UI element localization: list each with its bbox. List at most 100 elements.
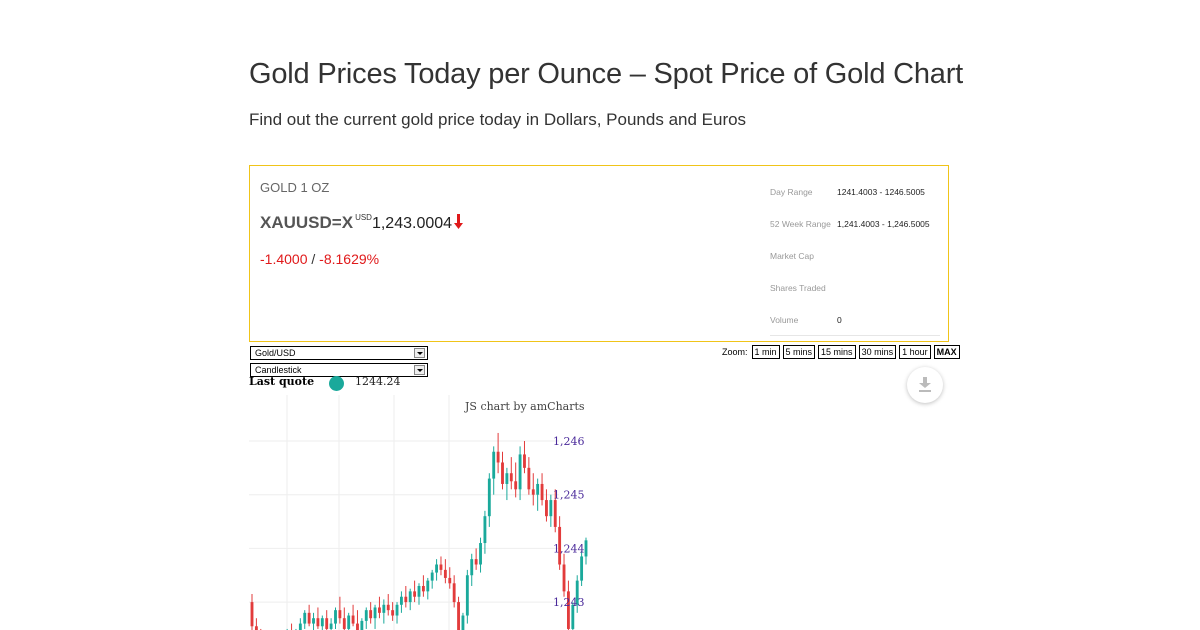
candle-body bbox=[342, 618, 346, 629]
candle[interactable] bbox=[298, 618, 302, 630]
candle[interactable] bbox=[496, 432, 500, 474]
stat-row: Shares Traded bbox=[770, 272, 940, 304]
page-subtitle: Find out the current gold price today in… bbox=[249, 110, 747, 129]
candle[interactable] bbox=[356, 610, 359, 630]
candle[interactable] bbox=[413, 580, 417, 603]
candle[interactable] bbox=[487, 473, 491, 527]
candle-body bbox=[303, 612, 307, 624]
candle-body bbox=[562, 564, 566, 592]
download-button[interactable] bbox=[907, 367, 943, 403]
stat-row: Market Cap bbox=[770, 240, 940, 272]
candle[interactable] bbox=[386, 594, 390, 616]
candle[interactable] bbox=[435, 559, 439, 581]
candle[interactable] bbox=[549, 494, 553, 527]
candle[interactable] bbox=[320, 615, 324, 630]
page-title: Gold Prices Today per Ounce – Spot Price… bbox=[249, 58, 964, 90]
price-chart[interactable]: 1,246 1,245 1,244 1,243 JS chart by amChart… bbox=[249, 395, 594, 630]
candle[interactable] bbox=[373, 604, 377, 629]
last-quote: Last quote 1244.24 bbox=[249, 375, 401, 391]
chevron-down-icon[interactable] bbox=[414, 365, 425, 375]
candle[interactable] bbox=[369, 602, 373, 624]
candle-body bbox=[531, 489, 535, 495]
candle[interactable] bbox=[351, 604, 355, 627]
zoom-30mins-button[interactable]: 30 mins bbox=[858, 345, 897, 359]
candle[interactable] bbox=[364, 607, 368, 629]
candle-body bbox=[540, 483, 544, 501]
candle-body bbox=[479, 543, 482, 565]
chevron-down-icon[interactable] bbox=[414, 348, 425, 358]
candle[interactable] bbox=[580, 551, 584, 586]
candle[interactable] bbox=[514, 462, 518, 498]
candle[interactable] bbox=[382, 599, 386, 624]
candle[interactable] bbox=[461, 612, 465, 630]
candle[interactable] bbox=[378, 596, 381, 619]
change-value: -1.4000 bbox=[260, 251, 308, 267]
candle[interactable] bbox=[452, 575, 456, 608]
candle[interactable] bbox=[479, 537, 482, 573]
price-change: -1.4000 / -8.1629% bbox=[260, 251, 379, 267]
candle[interactable] bbox=[483, 510, 487, 554]
candle-body bbox=[509, 473, 513, 482]
candle[interactable] bbox=[562, 553, 566, 597]
instrument-name: GOLD 1 OZ bbox=[260, 180, 330, 195]
candle[interactable] bbox=[347, 612, 351, 630]
candle[interactable] bbox=[523, 441, 526, 474]
candle[interactable] bbox=[584, 537, 588, 565]
candle[interactable] bbox=[408, 588, 412, 611]
candle[interactable] bbox=[465, 569, 469, 624]
candle[interactable] bbox=[474, 548, 478, 570]
candle-body bbox=[254, 626, 258, 630]
zoom-15mins-button[interactable]: 15 mins bbox=[818, 345, 856, 359]
candle[interactable] bbox=[329, 618, 333, 630]
candle-body bbox=[545, 500, 548, 517]
candle[interactable] bbox=[426, 577, 430, 600]
candle[interactable] bbox=[417, 583, 421, 605]
candle[interactable] bbox=[501, 451, 504, 490]
candle-body bbox=[399, 596, 403, 605]
last-quote-marker bbox=[329, 376, 344, 391]
candle-body bbox=[347, 615, 351, 629]
zoom-5mins-button[interactable]: 5 mins bbox=[782, 345, 816, 359]
candle[interactable] bbox=[312, 612, 315, 630]
stat-row: Day Range 1241.4003 - 1246.5005 bbox=[770, 176, 940, 208]
candle[interactable] bbox=[509, 457, 513, 490]
chart-grid bbox=[249, 395, 559, 630]
candle[interactable] bbox=[404, 585, 408, 608]
ticker-symbol: XAUUSD=X bbox=[260, 213, 354, 232]
candle[interactable] bbox=[399, 591, 403, 613]
zoom-max-button[interactable]: MAX bbox=[933, 345, 960, 359]
zoom-1min-button[interactable]: 1 min bbox=[751, 345, 780, 359]
candle-body bbox=[307, 612, 311, 624]
candle[interactable] bbox=[518, 446, 522, 501]
candle[interactable] bbox=[290, 623, 293, 630]
candle[interactable] bbox=[325, 610, 329, 630]
candle[interactable] bbox=[531, 473, 535, 506]
candle[interactable] bbox=[430, 569, 434, 589]
candle[interactable] bbox=[527, 457, 531, 495]
candle[interactable] bbox=[395, 602, 399, 624]
candle[interactable] bbox=[492, 446, 496, 495]
candle-body bbox=[378, 607, 381, 613]
zoom-1hour-button[interactable]: 1 hour bbox=[899, 345, 931, 359]
candle-body bbox=[523, 454, 526, 468]
candle[interactable] bbox=[316, 607, 320, 629]
candle[interactable] bbox=[443, 559, 447, 584]
change-separator: / bbox=[311, 251, 316, 267]
candle[interactable] bbox=[254, 618, 258, 630]
candle[interactable] bbox=[360, 618, 364, 630]
candle[interactable] bbox=[334, 607, 337, 629]
candle[interactable] bbox=[342, 607, 346, 630]
candle[interactable] bbox=[421, 575, 425, 597]
candle[interactable] bbox=[303, 610, 307, 629]
candle[interactable] bbox=[505, 467, 509, 501]
candle[interactable] bbox=[545, 489, 548, 522]
candle[interactable] bbox=[439, 556, 443, 576]
candle[interactable] bbox=[540, 473, 544, 506]
candle[interactable] bbox=[470, 553, 474, 586]
candle[interactable] bbox=[250, 594, 254, 630]
chart-credit[interactable]: JS chart by amCharts bbox=[465, 400, 585, 413]
candle-body bbox=[470, 559, 474, 576]
candle[interactable] bbox=[307, 604, 311, 627]
pair-select[interactable]: Gold/USD bbox=[250, 346, 428, 360]
candle-body bbox=[518, 454, 522, 490]
